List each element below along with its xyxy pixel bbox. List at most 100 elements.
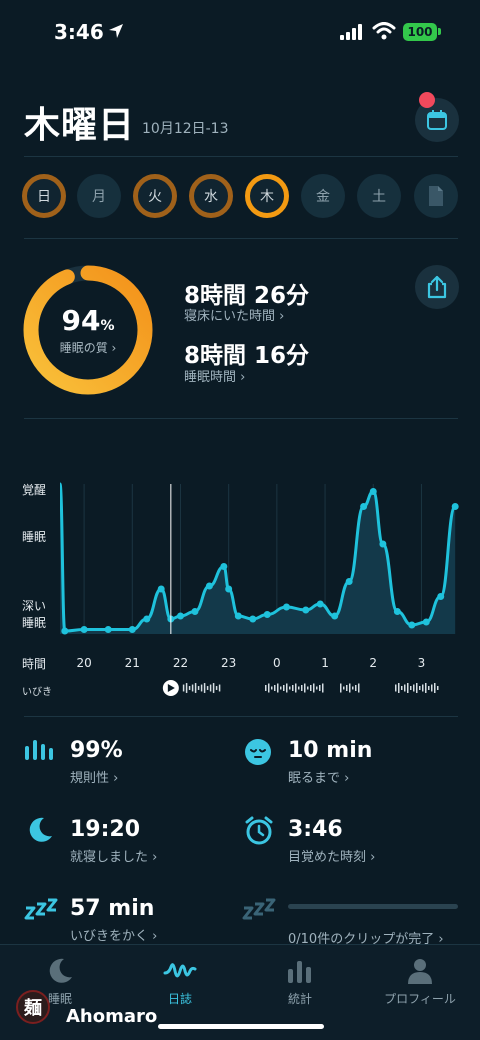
cellular-signal-icon xyxy=(340,24,362,40)
clips-progress-bar xyxy=(288,904,458,909)
snore-bar xyxy=(395,684,397,692)
data-point xyxy=(176,612,184,620)
snore-bar xyxy=(407,683,409,693)
zzz-icon xyxy=(24,898,58,920)
snore-timeline[interactable] xyxy=(60,678,460,698)
data-point xyxy=(369,488,377,495)
date-range: 10月12日-13 xyxy=(142,121,229,137)
day-label: 木 xyxy=(260,189,274,205)
stat-wake-time[interactable]: 3:46 目覚めた時刻 › xyxy=(288,817,375,865)
data-point xyxy=(302,606,310,614)
day-thursday[interactable]: 木 xyxy=(245,174,289,218)
stat-label: いびきをかく › xyxy=(70,929,158,944)
sleep-quality-caption: 睡眠の質 › xyxy=(59,341,117,355)
status-time: 3:46 xyxy=(54,20,104,44)
nav-label: 日誌 xyxy=(167,992,192,1006)
sleep-cycle-chart[interactable] xyxy=(60,476,460,646)
battery-tip xyxy=(438,28,441,35)
sleep-time-value: 8時間 16分 xyxy=(184,343,310,369)
snore-bar xyxy=(295,683,297,693)
day-label: 火 xyxy=(148,189,162,205)
data-point xyxy=(393,608,401,615)
snore-bar xyxy=(340,683,342,693)
watermark-logo: 麺 xyxy=(16,990,50,1024)
day-label: 日 xyxy=(37,189,51,205)
snore-bar xyxy=(188,686,191,690)
snore-bar xyxy=(215,686,218,690)
snore-bar xyxy=(265,685,267,691)
document-button[interactable] xyxy=(414,174,458,218)
time-in-bed-link[interactable]: 寝床にいた時間 › xyxy=(184,305,284,324)
x-tick-label: 23 xyxy=(221,656,237,670)
day-label: 土 xyxy=(372,189,386,205)
data-point xyxy=(451,503,459,510)
snore-bar xyxy=(322,683,324,693)
stat-value: 3:46 xyxy=(288,817,343,842)
data-point xyxy=(61,627,69,635)
snore-bar xyxy=(358,683,360,693)
moon-icon xyxy=(29,817,52,842)
snore-bar xyxy=(404,684,406,692)
snore-bar xyxy=(416,683,418,693)
home-indicator[interactable] xyxy=(158,1024,324,1029)
stat-bedtime[interactable]: 19:20 就寝しました › xyxy=(70,817,157,865)
share-button[interactable] xyxy=(415,265,459,309)
snore-bar xyxy=(274,685,276,691)
data-point xyxy=(316,600,324,608)
day-wednesday[interactable]: 水 xyxy=(189,174,233,218)
nav-profile[interactable]: プロフィール xyxy=(370,956,470,1007)
x-tick-label: 21 xyxy=(124,656,140,670)
sleep-time-link[interactable]: 睡眠時間 › xyxy=(184,366,245,385)
data-point xyxy=(249,615,257,623)
stat-snoring[interactable]: 57 min いびきをかく › xyxy=(70,896,157,944)
data-point xyxy=(234,612,242,620)
snore-bar xyxy=(319,685,321,691)
nav-statistics[interactable]: 統計 xyxy=(250,956,350,1007)
data-point xyxy=(104,626,112,633)
snore-bar xyxy=(304,683,306,693)
share-icon xyxy=(427,275,447,299)
snore-bar xyxy=(298,686,300,690)
stat-label: 就寝しました › xyxy=(70,850,158,865)
data-point xyxy=(283,603,291,611)
zzz-icon xyxy=(242,898,276,920)
data-point xyxy=(345,578,353,585)
day-label: 水 xyxy=(204,189,218,205)
snore-bar xyxy=(425,683,427,693)
snore-bar xyxy=(218,684,221,692)
y-label-awake: 覚醒 xyxy=(22,483,47,497)
nav-journal[interactable]: 日誌 xyxy=(130,956,230,1007)
day-monday[interactable]: 月 xyxy=(77,174,121,218)
data-point xyxy=(422,618,430,626)
snore-bar xyxy=(286,683,288,693)
x-axis-title: 時間 xyxy=(22,657,47,671)
snore-bar xyxy=(209,684,212,692)
pulse-icon xyxy=(163,963,197,978)
data-point xyxy=(143,615,151,623)
y-label-deep: 深い 睡眠 xyxy=(22,599,47,630)
data-point xyxy=(191,608,199,615)
snore-bar xyxy=(185,683,188,693)
page-title: 木曜日 xyxy=(24,105,136,146)
day-tuesday[interactable]: 火 xyxy=(133,174,177,218)
snore-bar xyxy=(310,685,312,691)
snore-bar xyxy=(316,686,318,690)
stats-icon xyxy=(288,961,311,983)
day-sunday[interactable]: 日 xyxy=(22,174,66,218)
snore-bar xyxy=(277,683,279,693)
stat-value: 10 min xyxy=(288,738,373,763)
snore-label: いびき xyxy=(22,687,52,698)
stat-label: 眠るまで › xyxy=(288,771,350,786)
stat-time-to-sleep[interactable]: 10 min 眠るまで › xyxy=(288,738,372,786)
x-tick-label: 20 xyxy=(76,656,92,670)
data-point xyxy=(128,626,136,633)
snore-bar xyxy=(431,684,433,692)
snore-bar xyxy=(346,685,348,691)
day-friday[interactable]: 金 xyxy=(301,174,345,218)
snore-bar xyxy=(352,686,354,690)
stat-regularity[interactable]: 99% 規則性 › xyxy=(70,738,123,786)
stat-label: 規則性 › xyxy=(70,771,119,786)
y-label-sleep: 睡眠 xyxy=(22,530,47,544)
data-point xyxy=(263,611,271,618)
day-saturday[interactable]: 土 xyxy=(357,174,401,218)
